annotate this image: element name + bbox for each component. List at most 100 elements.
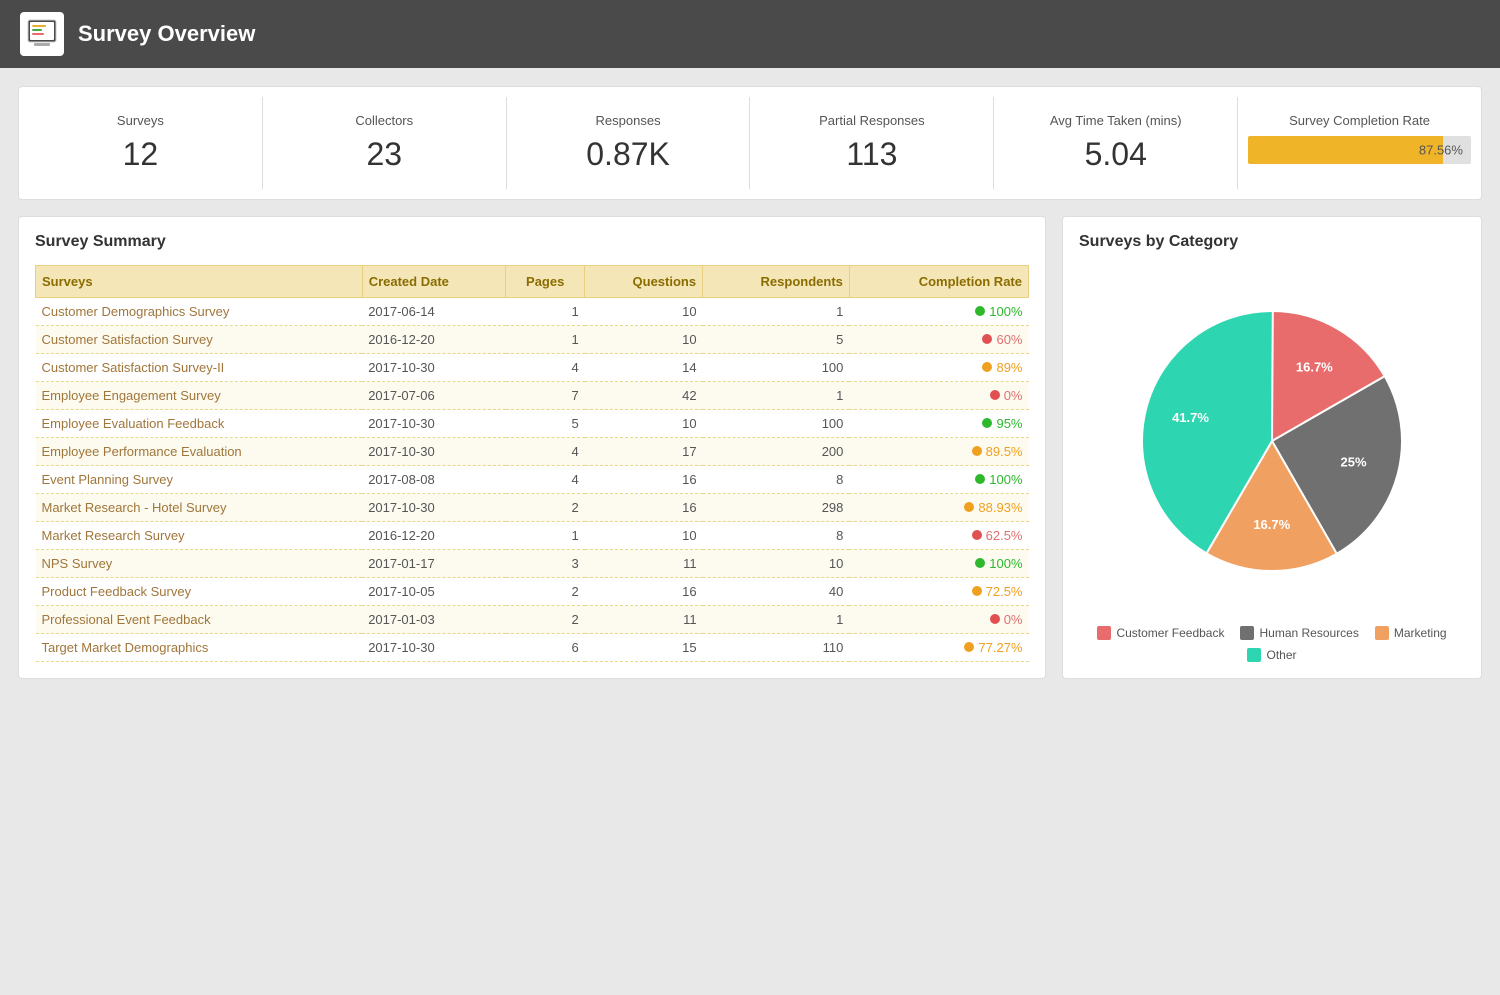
cell-name: Target Market Demographics <box>36 634 363 662</box>
cell-date: 2017-10-30 <box>362 410 506 438</box>
col-questions: Questions <box>585 266 703 298</box>
cell-rate: 89.5% <box>849 438 1028 466</box>
cell-rate: 62.5% <box>849 522 1028 550</box>
survey-summary-panel: Survey Summary Surveys Created Date Page… <box>18 216 1046 679</box>
status-dot <box>964 642 974 652</box>
avgtime-value: 5.04 <box>1004 136 1227 173</box>
stat-collectors: Collectors 23 <box>263 97 507 189</box>
table-row[interactable]: Employee Performance Evaluation 2017-10-… <box>36 438 1029 466</box>
status-dot <box>990 390 1000 400</box>
cell-date: 2016-12-20 <box>362 522 506 550</box>
cell-respondents: 298 <box>703 494 850 522</box>
cell-rate: 95% <box>849 410 1028 438</box>
completion-bar-fill <box>1248 136 1443 164</box>
legend-item: Human Resources <box>1240 626 1358 640</box>
completion-label: Survey Completion Rate <box>1248 113 1471 128</box>
table-row[interactable]: Target Market Demographics 2017-10-30 6 … <box>36 634 1029 662</box>
cell-questions: 16 <box>585 578 703 606</box>
cell-name: Professional Event Feedback <box>36 606 363 634</box>
cell-respondents: 1 <box>703 298 850 326</box>
bottom-row: Survey Summary Surveys Created Date Page… <box>18 216 1482 679</box>
cell-questions: 10 <box>585 326 703 354</box>
table-row[interactable]: Market Research Survey 2016-12-20 1 10 8… <box>36 522 1029 550</box>
cell-pages: 6 <box>506 634 585 662</box>
table-row[interactable]: Customer Satisfaction Survey 2016-12-20 … <box>36 326 1029 354</box>
completion-bar-text: 87.56% <box>1419 143 1463 158</box>
status-dot <box>975 474 985 484</box>
cell-name: Market Research Survey <box>36 522 363 550</box>
cell-name: Employee Performance Evaluation <box>36 438 363 466</box>
cell-pages: 1 <box>506 298 585 326</box>
cell-respondents: 8 <box>703 522 850 550</box>
table-row[interactable]: Professional Event Feedback 2017-01-03 2… <box>36 606 1029 634</box>
legend-swatch <box>1247 648 1261 662</box>
table-row[interactable]: Market Research - Hotel Survey 2017-10-3… <box>36 494 1029 522</box>
completion-bar-bg: 87.56% <box>1248 136 1471 164</box>
pie-segment-label: 25% <box>1341 454 1367 469</box>
cell-name: Customer Satisfaction Survey-II <box>36 354 363 382</box>
table-row[interactable]: Product Feedback Survey 2017-10-05 2 16 … <box>36 578 1029 606</box>
cell-respondents: 1 <box>703 606 850 634</box>
legend-label: Other <box>1266 648 1296 662</box>
table-row[interactable]: Event Planning Survey 2017-08-08 4 16 8 … <box>36 466 1029 494</box>
pie-panel: Surveys by Category 16.7%25%16.7%41.7% C… <box>1062 216 1482 679</box>
cell-pages: 1 <box>506 326 585 354</box>
stat-responses: Responses 0.87K <box>507 97 751 189</box>
cell-name: Employee Engagement Survey <box>36 382 363 410</box>
cell-name: Product Feedback Survey <box>36 578 363 606</box>
status-dot <box>972 530 982 540</box>
completion-bar-wrapper: 87.56% <box>1248 136 1471 164</box>
cell-questions: 16 <box>585 494 703 522</box>
cell-questions: 42 <box>585 382 703 410</box>
cell-date: 2017-10-30 <box>362 634 506 662</box>
cell-rate: 100% <box>849 298 1028 326</box>
responses-label: Responses <box>517 113 740 128</box>
app-title: Survey Overview <box>78 21 255 47</box>
pie-svg: 16.7%25%16.7%41.7% <box>1122 291 1422 591</box>
survey-table: Surveys Created Date Pages Questions Res… <box>35 265 1029 662</box>
pie-legend: Customer Feedback Human Resources Marketin… <box>1079 626 1465 662</box>
legend-item: Customer Feedback <box>1097 626 1224 640</box>
cell-questions: 10 <box>585 410 703 438</box>
table-row[interactable]: Customer Demographics Survey 2017-06-14 … <box>36 298 1029 326</box>
cell-questions: 14 <box>585 354 703 382</box>
collectors-label: Collectors <box>273 113 496 128</box>
legend-label: Human Resources <box>1259 626 1358 640</box>
status-dot <box>975 306 985 316</box>
cell-respondents: 10 <box>703 550 850 578</box>
legend-item: Other <box>1247 648 1296 662</box>
table-row[interactable]: Employee Engagement Survey 2017-07-06 7 … <box>36 382 1029 410</box>
table-row[interactable]: NPS Survey 2017-01-17 3 11 10 100% <box>36 550 1029 578</box>
cell-name: Market Research - Hotel Survey <box>36 494 363 522</box>
cell-questions: 11 <box>585 606 703 634</box>
cell-rate: 0% <box>849 606 1028 634</box>
table-row[interactable]: Employee Evaluation Feedback 2017-10-30 … <box>36 410 1029 438</box>
stat-surveys: Surveys 12 <box>19 97 263 189</box>
col-surveys: Surveys <box>36 266 363 298</box>
collectors-value: 23 <box>273 136 496 173</box>
partial-value: 113 <box>760 136 983 173</box>
surveys-label: Surveys <box>29 113 252 128</box>
cell-pages: 2 <box>506 578 585 606</box>
stats-bar: Surveys 12 Collectors 23 Responses 0.87K… <box>18 86 1482 200</box>
col-respondents: Respondents <box>703 266 850 298</box>
cell-respondents: 8 <box>703 466 850 494</box>
stat-avgtime: Avg Time Taken (mins) 5.04 <box>994 97 1238 189</box>
avgtime-label: Avg Time Taken (mins) <box>1004 113 1227 128</box>
col-pages: Pages <box>506 266 585 298</box>
cell-rate: 88.93% <box>849 494 1028 522</box>
cell-name: Customer Demographics Survey <box>36 298 363 326</box>
cell-respondents: 110 <box>703 634 850 662</box>
cell-date: 2017-01-03 <box>362 606 506 634</box>
status-dot <box>972 446 982 456</box>
cell-name: Event Planning Survey <box>36 466 363 494</box>
col-rate: Completion Rate <box>849 266 1028 298</box>
cell-date: 2017-08-08 <box>362 466 506 494</box>
cell-rate: 72.5% <box>849 578 1028 606</box>
surveys-value: 12 <box>29 136 252 173</box>
cell-respondents: 40 <box>703 578 850 606</box>
legend-label: Marketing <box>1394 626 1447 640</box>
cell-pages: 3 <box>506 550 585 578</box>
table-row[interactable]: Customer Satisfaction Survey-II 2017-10-… <box>36 354 1029 382</box>
stat-completion: Survey Completion Rate 87.56% <box>1238 97 1481 189</box>
